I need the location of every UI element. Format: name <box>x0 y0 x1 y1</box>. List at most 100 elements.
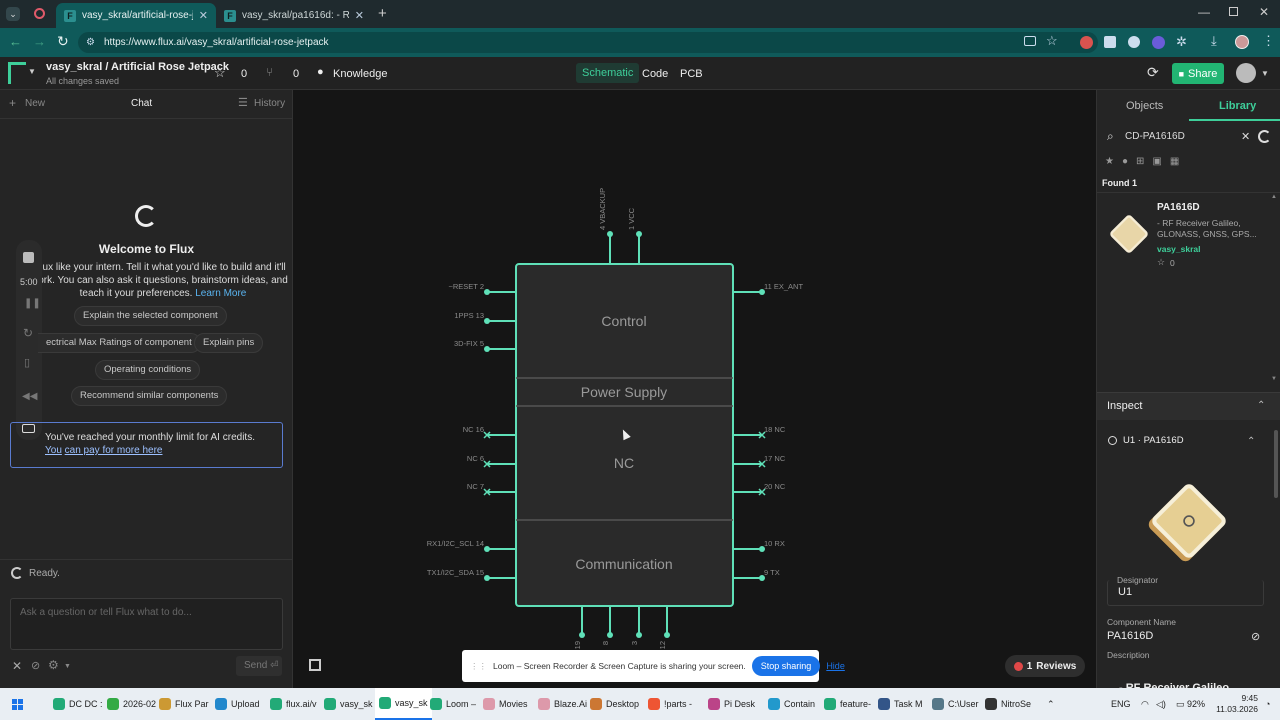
scroll-arrow-icon[interactable]: ▲ <box>1271 194 1277 200</box>
chevron-down-icon[interactable]: ▼ <box>1261 69 1269 78</box>
extension-icon[interactable] <box>1080 36 1093 49</box>
record-icon[interactable] <box>34 8 45 19</box>
chevron-up-icon[interactable]: ⌃ <box>1247 436 1255 447</box>
history-button[interactable]: History <box>254 98 285 109</box>
result-owner[interactable]: vasy_skral <box>1157 244 1201 254</box>
reviews-button[interactable]: 1 Reviews <box>1005 655 1085 677</box>
share-button[interactable]: ■ Share <box>1172 63 1224 84</box>
inspect-header[interactable]: Inspect ⌃ <box>1097 392 1280 420</box>
chevron-down-icon[interactable]: ▼ <box>28 67 36 76</box>
trash-icon[interactable]: ▯ <box>24 356 30 369</box>
grid-filter-icon[interactable]: ▦ <box>1170 156 1179 167</box>
fork-icon[interactable]: ⑂ <box>266 65 273 79</box>
schematic-canvas[interactable]: Control Power Supply NC Communication 4 … <box>293 90 1096 688</box>
sync-icon[interactable]: ⟳ <box>1147 64 1159 81</box>
bookmark-star-icon[interactable]: ☆ <box>1046 33 1058 49</box>
clock[interactable]: 9:45 11.03.2026 <box>1212 693 1258 715</box>
suggestion-explain-component[interactable]: Explain the selected component <box>74 306 227 326</box>
extension-icon[interactable] <box>1152 36 1165 49</box>
pay-link[interactable]: can pay for more here <box>65 445 163 456</box>
flux-swirl-icon[interactable] <box>1258 130 1271 143</box>
taskbar-item[interactable]: Task M <box>878 688 923 720</box>
user-avatar[interactable] <box>1236 63 1256 83</box>
attach-icon[interactable]: ⊘ <box>31 659 40 672</box>
puzzle-icon[interactable]: ✲ <box>1176 34 1187 50</box>
suggestion-operating-conditions[interactable]: Operating conditions <box>95 360 201 380</box>
site-settings-icon[interactable]: ⚙ <box>86 32 95 53</box>
drag-handle-icon[interactable]: ⋮⋮ <box>470 661 487 672</box>
windows-start-icon[interactable] <box>12 688 23 720</box>
reload-icon[interactable]: ↻ <box>57 33 69 50</box>
tab-pcb[interactable]: PCB <box>680 68 703 80</box>
taskbar-item[interactable]: 2026-02 <box>107 688 156 720</box>
star-filter-icon[interactable]: ★ <box>1105 156 1114 167</box>
plus-icon[interactable]: + <box>9 96 16 110</box>
pay-link[interactable]: You <box>45 445 62 456</box>
rewind-icon[interactable]: ◀◀ <box>22 391 37 402</box>
new-chat-button[interactable]: New <box>25 98 45 109</box>
hide-button[interactable]: Hide <box>826 661 845 671</box>
taskbar-item[interactable]: DC DC : <box>53 688 103 720</box>
knowledge-button[interactable]: Knowledge <box>333 68 387 80</box>
tab-objects[interactable]: Objects <box>1126 100 1163 112</box>
library-result[interactable]: PA1616D - RF Receiver Galileo, GLONASS, … <box>1097 194 1273 274</box>
restore-icon[interactable] <box>1229 7 1238 16</box>
suggestion-similar-components[interactable]: Recommend similar components <box>71 386 228 406</box>
taskbar-item[interactable]: !parts - <box>648 688 692 720</box>
designator-field[interactable]: U1 <box>1107 580 1264 606</box>
user-filter-icon[interactable]: ● <box>1122 156 1128 167</box>
chip-filter-icon[interactable]: ▣ <box>1152 156 1161 167</box>
close-icon[interactable]: ✕ <box>199 9 208 22</box>
volume-icon[interactable]: ◁) <box>1156 688 1166 720</box>
tab-menu-icon[interactable]: ⌄ <box>6 7 20 21</box>
component-name-value[interactable]: PA1616D <box>1107 630 1153 642</box>
close-window-icon[interactable]: ✕ <box>1259 5 1269 19</box>
download-icon[interactable]: ⤓ <box>1211 33 1217 49</box>
clear-icon[interactable]: ✕ <box>1241 130 1250 143</box>
tools-icon[interactable]: ✕ <box>12 659 22 673</box>
library-search[interactable]: ⌕ CD-PA1616D ✕ <box>1103 127 1275 147</box>
extension-icon[interactable] <box>1104 36 1116 48</box>
back-icon[interactable]: ← <box>9 34 22 49</box>
history-icon[interactable]: ☰ <box>238 96 248 109</box>
scroll-arrow-icon[interactable]: ▼ <box>1271 376 1277 382</box>
wifi-icon[interactable]: ◠ <box>1141 688 1149 720</box>
taskbar-item[interactable]: Loom – <box>430 688 476 720</box>
taskbar-item[interactable]: vasy_sk <box>375 688 432 720</box>
taskbar-item[interactable]: feature- <box>824 688 871 720</box>
taskbar-item[interactable]: Blaze.Ai <box>538 688 587 720</box>
url-field[interactable]: ⚙ https://www.flux.ai/vasy_skral/artific… <box>78 32 1098 53</box>
taskbar-item[interactable]: Movies <box>483 688 528 720</box>
tray-chevron-icon[interactable]: ⌃ <box>1047 688 1055 720</box>
schematic-svg[interactable]: Control Power Supply NC Communication 4 … <box>293 90 1096 688</box>
battery-icon[interactable]: ▭ <box>1176 688 1185 720</box>
pause-icon[interactable]: ❚❚ <box>24 298 41 309</box>
notification-icon[interactable]: ◔ <box>1265 688 1270 720</box>
visibility-off-icon[interactable]: ⊘ <box>1251 630 1260 643</box>
hierarchy-filter-icon[interactable]: ⊞ <box>1136 156 1144 167</box>
extension-icon[interactable] <box>1128 36 1140 48</box>
project-path[interactable]: vasy_skral / Artificial Rose Jetpack <box>46 61 229 73</box>
profile-avatar[interactable] <box>1235 35 1249 49</box>
tab-schematic[interactable]: Schematic <box>576 63 640 83</box>
taskbar-item[interactable]: Flux Par <box>159 688 209 720</box>
stop-sharing-button[interactable]: Stop sharing <box>751 656 821 676</box>
star-icon[interactable]: ☆ <box>214 65 226 81</box>
tab-component[interactable]: F vasy_skral/pa1616d: - RF Receiver ✕ <box>216 3 372 28</box>
flux-logo-icon[interactable] <box>8 62 26 84</box>
taskbar-item[interactable]: Desktop <box>590 688 639 720</box>
close-icon[interactable]: ✕ <box>355 9 364 22</box>
taskbar-item[interactable]: Upload <box>215 688 260 720</box>
install-icon[interactable] <box>1024 36 1036 46</box>
tab-project[interactable]: F vasy_skral/artificial-rose-jetpack ✕ <box>56 3 216 28</box>
taskbar-lang[interactable]: ENG <box>1111 688 1131 720</box>
chevron-down-icon[interactable]: ▼ <box>64 663 71 670</box>
star-icon[interactable]: ☆ <box>1157 257 1165 268</box>
tab-code[interactable]: Code <box>642 68 668 80</box>
more-menu-icon[interactable]: ⋮ <box>1262 33 1275 49</box>
chevron-up-icon[interactable]: ⌃ <box>1257 400 1265 411</box>
chat-tab[interactable]: Chat <box>131 98 152 109</box>
stop-record-icon[interactable] <box>23 252 34 263</box>
suggestion-max-ratings[interactable]: ectrical Max Ratings of component <box>38 333 201 353</box>
tab-library[interactable]: Library <box>1219 100 1256 112</box>
